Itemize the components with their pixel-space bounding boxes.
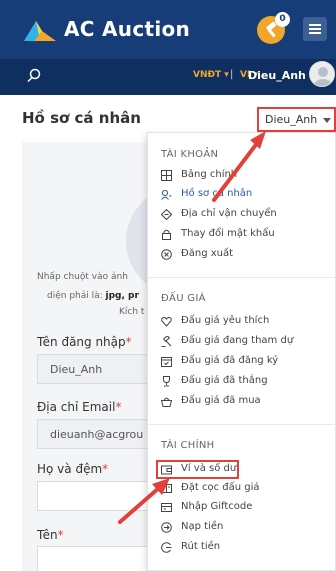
upload-hint-line1: Nhấp chuột vào ảnh <box>37 272 128 282</box>
firstname-label: Tên* <box>37 528 64 542</box>
username-label: Tên đăng nhập* <box>37 335 132 349</box>
upload-hint-line3: Kích t <box>119 307 145 317</box>
menu-item-label: Đấu giá đã mua <box>181 395 261 406</box>
basket-icon <box>161 397 172 407</box>
currency-selector[interactable]: VNĐT ▾ <box>193 70 229 80</box>
menu-item-label: Thay đổi mật khẩu <box>181 228 275 239</box>
username-label-text: Tên đăng nhập <box>37 335 126 349</box>
location-icon <box>161 209 172 220</box>
hint-prefix: diện phải là: <box>47 291 106 301</box>
menu-item-label: Hồ sơ cá nhân <box>181 188 253 199</box>
section-account-title: TÀI KHOẢN <box>161 149 219 160</box>
sub-header-bar: VNĐT ▾ | VI ▾ Dieu_Anh <box>0 59 336 95</box>
divider <box>148 277 336 278</box>
section-auction-title: ĐẤU GIÁ <box>161 293 206 304</box>
grid-icon <box>161 170 172 181</box>
menu-item-label: Rút tiền <box>181 541 221 552</box>
menu-item-label: Bảng chính <box>181 169 238 180</box>
menu-item-label: Đặt cọc đấu giá <box>181 482 260 493</box>
giftcode-icon <box>161 503 172 512</box>
menu-item-label: Đấu giá đã đăng ký <box>181 355 279 366</box>
hamburger-menu-button[interactable] <box>303 17 327 41</box>
lastname-label-text: Họ và đệm <box>37 462 103 476</box>
user-avatar[interactable] <box>309 61 335 87</box>
user-icon <box>161 189 172 200</box>
menu-bar <box>309 28 321 30</box>
wallet-icon <box>161 465 172 475</box>
menu-item-label: Nhập Giftcode <box>181 501 253 512</box>
top-header: AC Auction 0 <box>0 0 336 59</box>
topup-icon <box>161 522 172 533</box>
menu-item-label: Đấu giá yêu thích <box>181 315 270 326</box>
email-label: Địa chỉ Email* <box>37 400 122 414</box>
caret-down-icon <box>323 118 331 123</box>
menu-bar <box>309 24 321 26</box>
email-value: dieuanh@acgrou <box>50 428 144 441</box>
header-username[interactable]: Dieu_Anh <box>248 69 306 82</box>
logo-icon <box>24 21 56 41</box>
gavel-icon <box>161 336 172 347</box>
separator: | <box>230 69 234 80</box>
brand-name[interactable]: AC Auction <box>64 17 190 41</box>
firstname-label-text: Tên <box>37 528 58 542</box>
logout-icon <box>161 249 172 260</box>
email-label-text: Địa chỉ Email <box>37 400 116 414</box>
search-icon[interactable] <box>26 68 42 84</box>
menu-item-label: Ví và số dư <box>181 463 237 474</box>
menu-bar <box>309 32 321 34</box>
section-finance-title: TÀI CHÍNH <box>161 440 215 451</box>
user-menu-label: Dieu_Anh <box>265 113 318 126</box>
user-dropdown-menu: TÀI KHOẢN Bảng chính Hồ sơ cá nhân Địa c… <box>147 132 336 571</box>
page-title: Hồ sơ cá nhân <box>22 109 141 127</box>
upload-hint-line2: diện phải là: jpg, pr <box>47 291 139 301</box>
lock-icon <box>162 229 171 240</box>
heart-icon <box>161 316 172 327</box>
username-value: Dieu_Anh <box>50 363 103 376</box>
withdraw-icon <box>161 542 172 553</box>
menu-item-label: Đấu giá đã thắng <box>181 375 268 386</box>
deposit-icon <box>161 484 172 493</box>
lastname-label: Họ và đệm* <box>37 462 109 476</box>
menu-item-label: Địa chỉ vận chuyển <box>181 208 277 219</box>
user-menu-dropdown-toggle[interactable]: Dieu_Anh <box>257 107 336 132</box>
menu-item-label: Nạp tiền <box>181 521 224 532</box>
menu-item-label: Đăng xuất <box>181 248 234 259</box>
calendar-icon <box>161 357 172 367</box>
divider <box>148 424 336 425</box>
hint-formats: jpg, pr <box>105 291 139 301</box>
menu-item-label: Đấu giá đang tham dự <box>181 335 294 346</box>
notification-badge: 0 <box>275 12 290 27</box>
trophy-icon <box>163 376 170 387</box>
